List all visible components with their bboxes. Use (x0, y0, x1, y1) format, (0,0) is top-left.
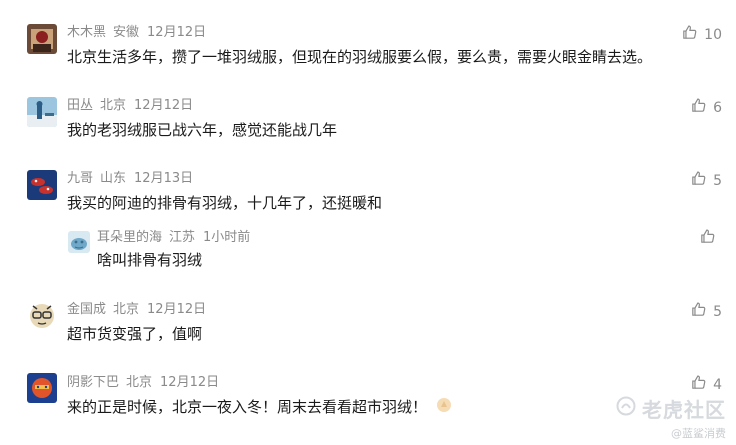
avatar[interactable] (27, 24, 57, 54)
like-count: 6 (713, 100, 722, 116)
date: 12月12日 (147, 25, 207, 40)
time: 1小时前 (203, 230, 251, 245)
like-count: 4 (713, 377, 722, 393)
avatar[interactable] (27, 97, 57, 127)
comment-text: 我买的阿迪的排骨有羽绒，十几年了，还挺暖和 (67, 194, 383, 212)
location: 北京 (113, 302, 140, 317)
thumbs-up-icon (690, 374, 707, 396)
location: 山东 (100, 171, 127, 186)
thumbs-up-icon (690, 170, 707, 192)
comment-meta: 阴影下巴 北京 12月12日 (67, 374, 219, 392)
tiger-logo-icon (616, 396, 636, 421)
hands-emoji-icon (436, 397, 452, 419)
comment-text: 来的正是时候，北京一夜入冬！周末去看看超市羽绒！ (67, 396, 452, 419)
location: 安徽 (113, 25, 140, 40)
thumbs-up-icon (699, 228, 716, 250)
avatar[interactable] (27, 300, 57, 330)
like-button[interactable]: 10 (681, 24, 722, 46)
thumbs-up-icon (690, 301, 707, 323)
username[interactable]: 九哥 (67, 171, 93, 186)
thumbs-up-icon (681, 24, 698, 46)
watermark: 老虎社区 @蓝鲨消费 (616, 394, 726, 441)
comment-meta: 田丛 北京 12月12日 (67, 97, 193, 115)
like-count: 5 (713, 173, 722, 189)
like-button[interactable]: 6 (690, 97, 722, 119)
location: 北京 (126, 375, 153, 390)
username[interactable]: 阴影下巴 (67, 375, 119, 390)
comment-text: 我的老羽绒服已战六年，感觉还能战几年 (67, 121, 338, 139)
avatar[interactable] (68, 231, 90, 253)
username[interactable]: 金国成 (67, 302, 106, 317)
like-button[interactable]: 5 (690, 170, 722, 192)
avatar[interactable] (27, 170, 57, 200)
avatar[interactable] (27, 373, 57, 403)
thumbs-up-icon (690, 97, 707, 119)
date: 12月12日 (134, 98, 194, 113)
reply-text: 啥叫排骨有羽绒 (97, 251, 203, 269)
like-button[interactable]: 5 (690, 301, 722, 323)
location: 江苏 (169, 230, 196, 245)
like-button[interactable]: 4 (690, 374, 722, 396)
date: 12月13日 (134, 171, 194, 186)
comment-text-content: 来的正是时候，北京一夜入冬！周末去看看超市羽绒！ (67, 398, 428, 416)
watermark-sub-text: @蓝鲨消费 (671, 427, 726, 440)
date: 12月12日 (160, 375, 220, 390)
watermark-main-text: 老虎社区 (642, 398, 726, 422)
date: 12月12日 (147, 302, 207, 317)
username[interactable]: 耳朵里的海 (97, 230, 162, 245)
comment-text: 超市货变强了，值啊 (67, 325, 203, 343)
username[interactable]: 木木黑 (67, 25, 106, 40)
comment-text: 北京生活多年，攒了一堆羽绒服，但现在的羽绒服要么假，要么贵，需要火眼金睛去选。 (67, 48, 653, 66)
username[interactable]: 田丛 (67, 98, 93, 113)
like-count: 5 (713, 304, 722, 320)
reply-meta: 耳朵里的海 江苏 1小时前 (97, 229, 250, 247)
comment-meta: 九哥 山东 12月13日 (67, 170, 193, 188)
like-count: 10 (704, 27, 722, 43)
comment-meta: 金国成 北京 12月12日 (67, 301, 206, 319)
like-button[interactable] (699, 228, 722, 250)
comment-meta: 木木黑 安徽 12月12日 (67, 24, 206, 42)
location: 北京 (100, 98, 127, 113)
